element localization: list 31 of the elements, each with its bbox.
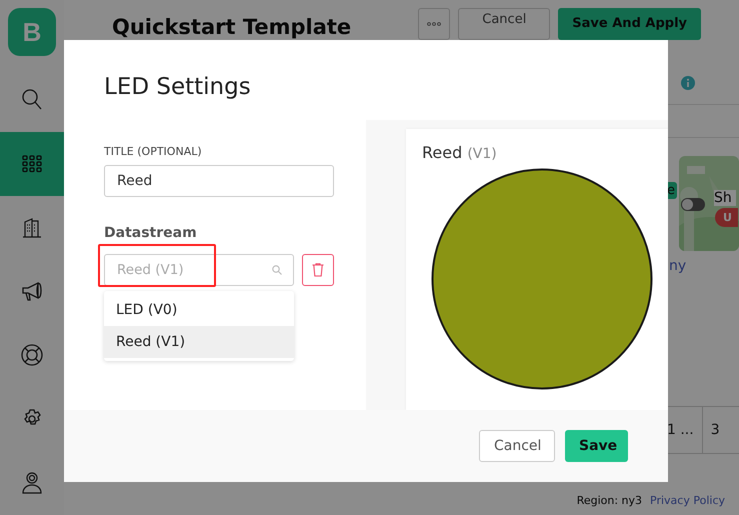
title-field[interactable]: Reed (104, 165, 334, 197)
user-icon (22, 472, 42, 494)
status-badge: U (715, 208, 738, 227)
building-icon (22, 218, 42, 238)
table-cell: 3 (702, 407, 728, 453)
dropdown-option[interactable]: Reed (V1) (104, 326, 294, 358)
trash-icon (312, 263, 324, 277)
sidebar-item[interactable] (0, 132, 64, 196)
info-icon (681, 76, 695, 90)
widget-title: Reed (V1) (422, 143, 498, 162)
megaphone-icon (21, 281, 43, 302)
save-button[interactable]: Save (565, 430, 628, 462)
search-icon (272, 265, 282, 275)
dropdown-option[interactable]: LED (V0) (104, 294, 294, 326)
cancel-button[interactable]: Cancel (458, 8, 550, 40)
more-button[interactable] (418, 8, 450, 40)
dialog-title: LED Settings (104, 74, 252, 100)
grid-icon (22, 154, 42, 173)
page-title: Quickstart Template (112, 14, 352, 40)
card-title: Sh (714, 190, 736, 206)
lifebuoy-icon (21, 344, 43, 366)
search-icon (22, 88, 42, 111)
field-label: TITLE (OPTIONAL) (104, 145, 203, 158)
table-cell-text: 1 ... (667, 421, 695, 440)
more-icon (427, 22, 442, 26)
field-label: Datastream (104, 225, 198, 241)
cancel-button[interactable]: Cancel (479, 430, 555, 462)
region-label: Region: ny3 (576, 494, 642, 507)
delete-button[interactable] (302, 254, 334, 286)
toggle-switch[interactable] (681, 198, 705, 211)
datastream-field[interactable]: Reed (V1) (104, 254, 294, 286)
